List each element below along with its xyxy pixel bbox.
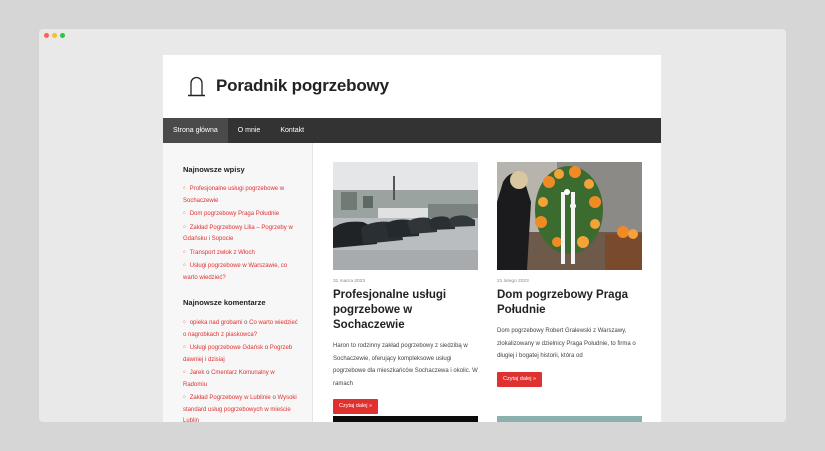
list-item: Zakład Pogrzebowy w Lublinie o Wysoki st… (183, 391, 299, 422)
post-excerpt: Dom pogrzebowy Robert Gralewski z Warsza… (497, 328, 636, 359)
post-date: 31 marca 2023 (333, 279, 365, 284)
window-controls (44, 33, 65, 38)
post-thumbnail[interactable] (497, 416, 642, 422)
recent-post-link[interactable]: Usługi pogrzebowe w Warszawie, co warto … (183, 263, 287, 281)
list-item: Transport zwłok z Włoch (183, 246, 299, 260)
list-item: Dom pogrzebowy Praga Południe (183, 207, 299, 221)
list-item: Usługi pogrzebowe Gdańsk o Pogrzeb dawni… (183, 341, 299, 366)
site-header: Poradnik pogrzebowy (163, 55, 661, 118)
nav-contact[interactable]: Kontakt (270, 118, 314, 143)
comment-connector: o (264, 345, 269, 351)
comment-author-link[interactable]: Jarek (190, 370, 205, 376)
post-date: 21 lutego 2023 (497, 279, 529, 284)
site-title[interactable]: Poradnik pogrzebowy (216, 76, 389, 96)
post-thumbnail[interactable] (497, 162, 642, 270)
recent-post-link[interactable]: Zakład Pogrzebowy Lilia – Pogrzeby w Gda… (183, 225, 293, 243)
sidebar: Najnowsze wpisy Profesjonalne usługi pog… (163, 143, 313, 422)
recent-post-link[interactable]: Transport zwłok z Włoch (190, 250, 255, 256)
recent-posts-title: Najnowsze wpisy (183, 165, 245, 174)
post-thumbnail[interactable] (333, 416, 478, 422)
list-item: opieka nad grobami o Co warto wiedzieć o… (183, 316, 299, 341)
post-excerpt: Haron to rodzinny zakład pogrzebowy z si… (333, 343, 478, 387)
list-item: Profesjonalne usługi pogrzebowe w Sochac… (183, 182, 299, 207)
read-more-button[interactable]: Czytaj dalej » (333, 399, 379, 414)
posts-grid: 31 marca 2023 Profesjonalne usługi pogrz… (313, 143, 661, 422)
close-dot[interactable] (44, 33, 49, 38)
post-card: 31 marca 2023 Profesjonalne usługi pogrz… (333, 162, 479, 414)
post-card: 21 lutego 2023 Dom pogrzebowy Praga Połu… (497, 162, 643, 387)
recent-post-link[interactable]: Profesjonalne usługi pogrzebowe w Sochac… (183, 186, 284, 204)
website: Poradnik pogrzebowy Strona główna O mnie… (163, 55, 661, 422)
post-thumbnail[interactable] (333, 162, 478, 270)
comment-connector: o (272, 395, 276, 401)
comment-author-link[interactable]: opieka nad grobami (190, 320, 243, 326)
comment-author-link[interactable]: Zakład Pogrzebowy w Lublinie (190, 395, 271, 401)
list-item: Usługi pogrzebowe w Warszawie, co warto … (183, 259, 299, 284)
list-item: Zakład Pogrzebowy Lilia – Pogrzeby w Gda… (183, 221, 299, 246)
recent-posts-list: Profesjonalne usługi pogrzebowe w Sochac… (183, 182, 299, 284)
minimize-dot[interactable] (52, 33, 57, 38)
post-title[interactable]: Profesjonalne usługi pogrzebowe w Sochac… (333, 288, 479, 333)
recent-comments-title: Najnowsze komentarze (183, 298, 266, 307)
comment-connector: o (244, 320, 248, 326)
tombstone-icon[interactable] (187, 74, 206, 103)
maximize-dot[interactable] (60, 33, 65, 38)
recent-post-link[interactable]: Dom pogrzebowy Praga Południe (190, 211, 279, 217)
nav-about[interactable]: O mnie (228, 118, 271, 143)
nav-home[interactable]: Strona główna (163, 118, 228, 143)
browser-window: Poradnik pogrzebowy Strona główna O mnie… (39, 29, 786, 422)
main-navigation: Strona główna O mnie Kontakt (163, 118, 661, 143)
list-item: Jarek o Cmentarz Komunalny w Radomiu (183, 366, 299, 391)
comment-connector: o (206, 370, 210, 376)
read-more-button[interactable]: Czytaj dalej » (497, 371, 543, 387)
recent-comments-list: opieka nad grobami o Co warto wiedzieć o… (183, 316, 299, 422)
comment-author-link[interactable]: Usługi pogrzebowe Gdańsk (190, 345, 263, 351)
post-title[interactable]: Dom pogrzebowy Praga Południe (497, 288, 643, 318)
